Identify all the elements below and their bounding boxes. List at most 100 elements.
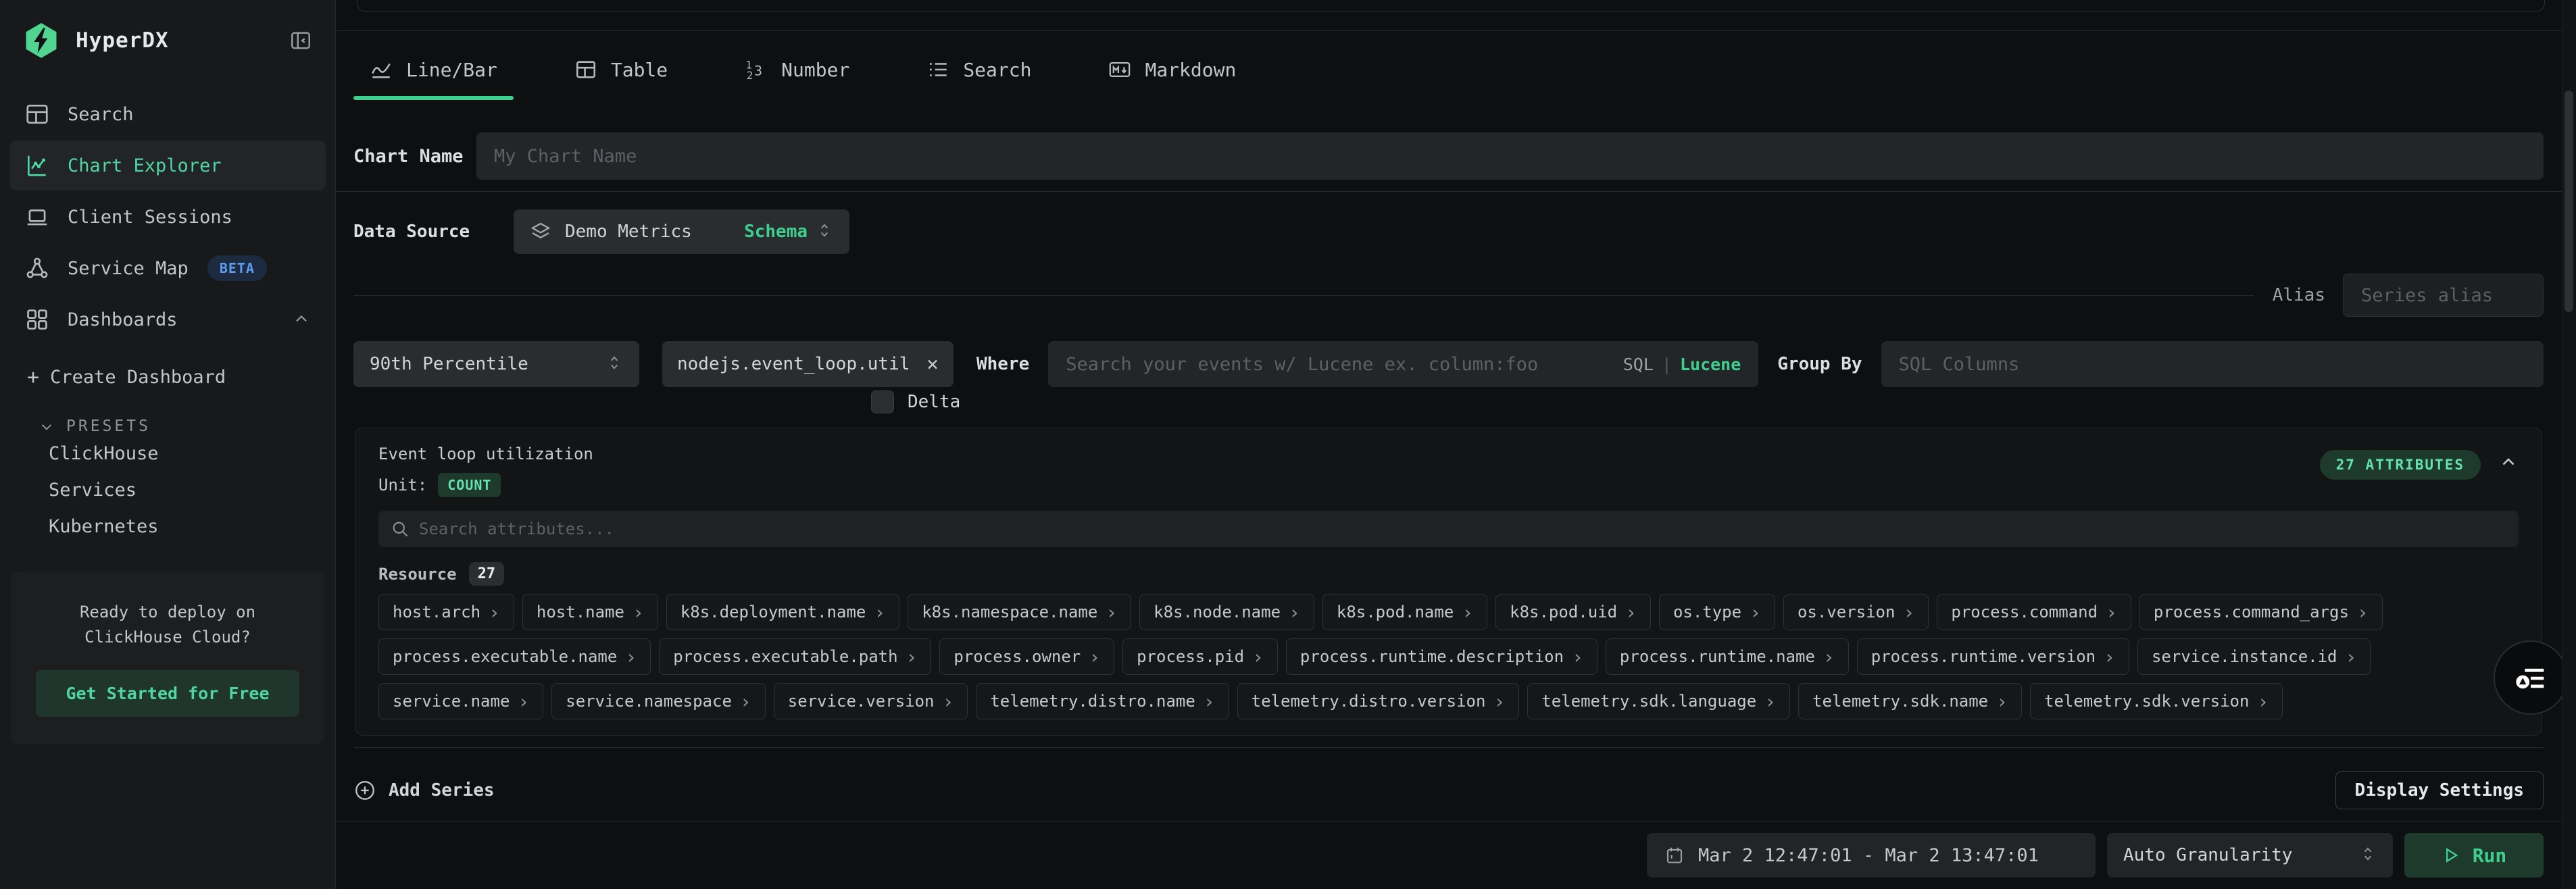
sidebar-item-label: Chart Explorer: [68, 155, 222, 176]
attribute-chip[interactable]: telemetry.sdk.language ›: [1527, 683, 1790, 719]
preset-kubernetes[interactable]: Kubernetes: [0, 508, 335, 544]
whats-new-button[interactable]: [2494, 640, 2568, 715]
metric-field-chip[interactable]: nodejs.event_loop.util ×: [662, 341, 953, 387]
time-range-picker[interactable]: Mar 2 12:47:01 - Mar 2 13:47:01: [1647, 833, 2096, 878]
chevron-up-icon[interactable]: [292, 310, 311, 329]
chevron-right-icon: ›: [2104, 646, 2115, 668]
group-by-input[interactable]: [1899, 354, 2526, 375]
attribute-chip[interactable]: host.arch ›: [378, 594, 514, 630]
preset-services[interactable]: Services: [0, 472, 335, 508]
aggregation-select[interactable]: 90th Percentile: [353, 341, 639, 387]
chart-preview-container-edge: [357, 0, 2545, 12]
beta-badge: BETA: [207, 255, 267, 281]
schema-link[interactable]: Schema: [744, 222, 808, 242]
attribute-chip[interactable]: process.owner ›: [939, 638, 1114, 675]
display-settings-button[interactable]: Display Settings: [2335, 771, 2544, 809]
attribute-chip[interactable]: k8s.node.name ›: [1139, 594, 1314, 630]
sql-toggle[interactable]: SQL: [1623, 355, 1654, 374]
attribute-chip[interactable]: telemetry.sdk.name ›: [1798, 683, 2022, 719]
run-button[interactable]: Run: [2404, 833, 2544, 878]
play-icon: [2442, 846, 2460, 865]
hyperdx-logo-icon: [22, 20, 61, 61]
chevrons-up-down-icon: [605, 354, 623, 374]
metric-name: nodejs.event_loop.util: [677, 354, 910, 374]
attribute-name: telemetry.distro.name: [990, 692, 1195, 711]
remove-metric-icon[interactable]: ×: [926, 353, 939, 376]
create-dashboard-button[interactable]: + Create Dashboard: [9, 357, 326, 397]
panel-header: Event loop utilization Unit: COUNT 27 AT…: [378, 444, 2519, 497]
attribute-chip[interactable]: service.namespace ›: [551, 683, 766, 719]
granularity-select[interactable]: Auto Granularity: [2107, 833, 2393, 878]
divider: [353, 295, 2254, 296]
tab-number[interactable]: 1 2 3 Number: [728, 39, 866, 100]
attribute-search-input[interactable]: [419, 519, 2506, 538]
chart-name-row: Chart Name: [353, 132, 2544, 180]
tab-markdown[interactable]: Markdown: [1092, 39, 1252, 100]
markdown-icon: [1108, 58, 1131, 81]
add-series-button[interactable]: Add Series: [353, 779, 495, 802]
tab-table[interactable]: Table: [558, 39, 684, 100]
chevron-up-icon[interactable]: [2498, 453, 2519, 473]
network-graph-icon: [24, 255, 50, 281]
chevron-right-icon: ›: [1823, 646, 1835, 668]
attribute-chip[interactable]: os.type ›: [1659, 594, 1775, 630]
chevron-right-icon: ›: [1750, 601, 1761, 624]
chart-name-input[interactable]: [494, 146, 2526, 167]
sidebar-item-service-map[interactable]: Service Map BETA: [9, 243, 326, 293]
attribute-chip[interactable]: k8s.namespace.name ›: [908, 594, 1131, 630]
attribute-chip-list: host.arch › host.name › k8s.deployment.n…: [378, 594, 2519, 719]
lucene-toggle[interactable]: Lucene: [1680, 355, 1741, 374]
get-started-button[interactable]: Get Started for Free: [36, 670, 299, 717]
attribute-name: process.executable.path: [673, 647, 897, 666]
collapse-sidebar-icon[interactable]: [289, 29, 312, 52]
attribute-chip[interactable]: process.executable.path ›: [659, 638, 931, 675]
app-title: HyperDX: [76, 28, 169, 53]
attribute-chip[interactable]: os.version ›: [1783, 594, 1929, 630]
delta-checkbox[interactable]: [871, 390, 894, 413]
attribute-name: process.command: [1951, 603, 2098, 621]
divider: [336, 30, 2576, 31]
scrollbar-thumb[interactable]: [2565, 91, 2573, 312]
attribute-chip[interactable]: process.runtime.description ›: [1286, 638, 1597, 675]
data-source-select[interactable]: Demo Metrics Schema: [514, 209, 849, 254]
attribute-chip[interactable]: k8s.deployment.name ›: [666, 594, 899, 630]
chevron-right-icon: ›: [1204, 690, 1215, 713]
attribute-chip[interactable]: process.runtime.name ›: [1606, 638, 1849, 675]
presets-header[interactable]: PRESETS: [0, 417, 335, 435]
tab-line-bar[interactable]: Line/Bar: [353, 39, 514, 100]
sidebar-item-chart-explorer[interactable]: Chart Explorer: [9, 141, 326, 190]
scrollbar[interactable]: [2562, 0, 2576, 889]
sidebar-item-dashboards[interactable]: Dashboards: [9, 295, 326, 345]
attribute-chip[interactable]: telemetry.distro.name ›: [976, 683, 1229, 719]
where-search-input[interactable]: [1066, 354, 1612, 375]
attribute-chip[interactable]: service.version ›: [774, 683, 968, 719]
tab-search[interactable]: Search: [910, 39, 1047, 100]
attribute-chip[interactable]: process.command_args ›: [2139, 594, 2383, 630]
attribute-chip[interactable]: process.executable.name ›: [378, 638, 651, 675]
attribute-chip[interactable]: k8s.pod.name ›: [1322, 594, 1487, 630]
sidebar-item-client-sessions[interactable]: Client Sessions: [9, 192, 326, 242]
attribute-chip[interactable]: k8s.pod.uid ›: [1495, 594, 1651, 630]
attribute-chip[interactable]: process.command ›: [1937, 594, 2131, 630]
attribute-chip[interactable]: host.name ›: [522, 594, 658, 630]
sidebar-item-search[interactable]: Search: [9, 89, 326, 139]
preset-clickhouse[interactable]: ClickHouse: [0, 435, 335, 472]
sidebar: HyperDX Search: [0, 0, 336, 889]
chevron-right-icon: ›: [1996, 690, 2008, 713]
alias-input[interactable]: [2361, 285, 2576, 306]
attribute-chip[interactable]: telemetry.sdk.version ›: [2030, 683, 2283, 719]
table-icon: [24, 101, 50, 127]
data-source-row: Data Source Demo Metrics Schema: [353, 209, 849, 254]
promo-text: Ready to deploy on ClickHouse Cloud?: [27, 600, 308, 650]
attribute-chip[interactable]: telemetry.distro.version ›: [1237, 683, 1520, 719]
attribute-name: process.pid: [1137, 647, 1244, 666]
attribute-chip[interactable]: service.name ›: [378, 683, 543, 719]
divider: [353, 747, 2544, 748]
attribute-chip[interactable]: service.instance.id ›: [2137, 638, 2371, 675]
toggle-divider: |: [1662, 355, 1672, 374]
attribute-chip[interactable]: process.runtime.version ›: [1857, 638, 2129, 675]
chevron-right-icon: ›: [1572, 646, 1583, 668]
numbers-123-icon: 1 2 3: [745, 58, 768, 81]
attribute-chip[interactable]: process.pid ›: [1122, 638, 1278, 675]
attribute-group-header: Resource 27: [378, 562, 2519, 586]
